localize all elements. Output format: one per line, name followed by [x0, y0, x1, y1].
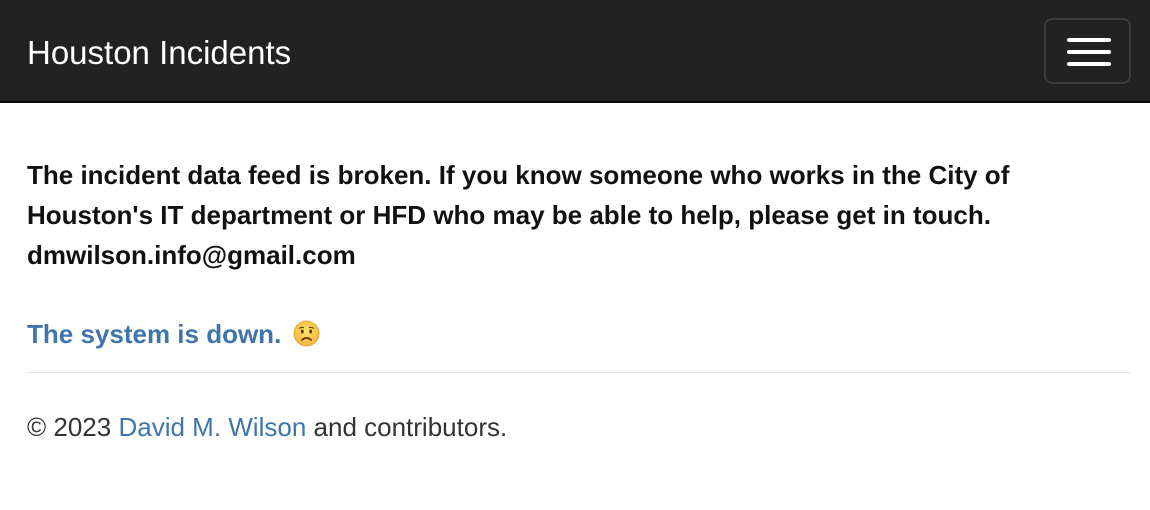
system-status-text: The system is down.: [27, 319, 282, 349]
site-brand-link[interactable]: Houston Incidents: [27, 33, 291, 73]
page-footer: © 2023 David M. Wilson and contributors.: [27, 407, 507, 447]
system-status: The system is down.: [27, 314, 320, 354]
menu-toggle-button[interactable]: [1044, 18, 1131, 84]
footer-divider: [27, 372, 1131, 373]
menu-bar-top: [1067, 38, 1111, 42]
copyright-prefix: © 2023: [27, 412, 112, 442]
top-navbar: Houston Incidents: [0, 0, 1150, 103]
data-feed-notice: The incident data feed is broken. If you…: [27, 160, 1010, 270]
copyright-suffix: and contributors.: [313, 412, 508, 442]
menu-bar-middle: [1067, 50, 1111, 54]
worried-face-icon: [293, 318, 320, 347]
author-link[interactable]: David M. Wilson: [118, 412, 306, 442]
menu-bar-bottom: [1067, 62, 1111, 66]
